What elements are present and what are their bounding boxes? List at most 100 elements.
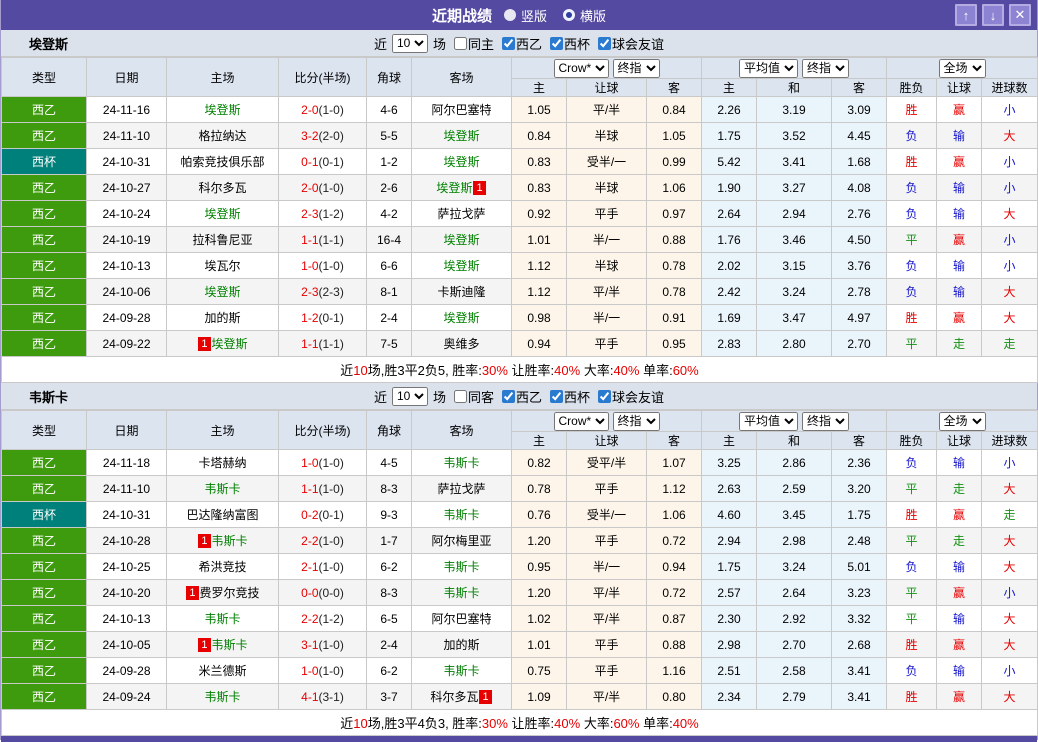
corner-score: 8-1 — [366, 278, 412, 305]
match-date: 24-11-10 — [86, 475, 167, 502]
match-date: 24-10-19 — [86, 226, 167, 253]
avg-home-odds: 1.69 — [701, 304, 757, 331]
same-venue-filter: 同主 — [449, 34, 494, 53]
avg-subheader-1: 和 — [756, 78, 832, 97]
fulltime-score: 2-3 — [301, 284, 319, 299]
match-type-badge: 西乙 — [1, 475, 87, 502]
team-name-text: 韦斯卡 — [204, 612, 241, 626]
halftime-score: (1-0) — [318, 663, 344, 678]
corner-score: 5-5 — [366, 122, 412, 149]
league-checkbox-0[interactable] — [502, 36, 515, 50]
result-outcome: 平 — [886, 475, 938, 502]
fulltime-score: 2-1 — [301, 559, 319, 574]
away-team: 韦斯卡 — [411, 553, 512, 580]
halftime-score: (1-0) — [318, 455, 344, 470]
odds-subheader-2: 客 — [646, 78, 702, 97]
result-outcome: 胜 — [886, 501, 938, 528]
avg-final-select[interactable]: 终指 — [802, 411, 849, 431]
radio-horizontal-layout[interactable]: 横版 — [563, 6, 606, 25]
summary-highlight-value: 60% — [613, 716, 640, 731]
result-outcome: 胜 — [886, 148, 938, 175]
result-outcome: 胜 — [886, 96, 938, 123]
odds-final-select[interactable]: 终指 — [612, 411, 660, 431]
avg-home-odds: 3.25 — [701, 449, 757, 476]
avg-source-select[interactable]: 平均值 — [739, 411, 798, 431]
result-outcome: 负 — [886, 122, 938, 149]
radio-selected-icon — [503, 9, 516, 21]
fulltime-score: 1-0 — [301, 455, 319, 470]
handicap-home-odds: 0.84 — [511, 122, 567, 149]
league-checkbox-2[interactable] — [598, 36, 612, 50]
league-checkbox-2[interactable] — [598, 389, 612, 403]
same-venue-checkbox[interactable] — [453, 36, 467, 50]
match-score: 0-0(0-0) — [278, 579, 367, 606]
handicap-home-odds: 1.09 — [511, 683, 567, 710]
match-row: 西乙 24-11-10 韦斯卡 1-1(1-0) 8-3 萨拉戈萨 0.78 平手 1.12 2.… — [1, 475, 1038, 502]
result-goals: 走 — [981, 330, 1038, 357]
result-goals: 小 — [981, 174, 1038, 201]
home-team: 希洪竞技 — [166, 553, 279, 580]
result-scope-select[interactable]: 全场 — [938, 58, 986, 78]
odds-source-select[interactable]: Crow* — [553, 411, 609, 431]
scroll-up-button[interactable]: ↑ — [955, 4, 977, 26]
result-handicap: 赢 — [936, 579, 983, 606]
fulltime-score: 1-1 — [301, 336, 319, 351]
match-score: 2-2(1-2) — [278, 605, 367, 632]
halftime-score: (1-0) — [318, 637, 344, 652]
avg-home-odds: 2.63 — [701, 475, 757, 502]
match-type-badge: 西乙 — [1, 631, 87, 658]
close-button[interactable]: ✕ — [1009, 4, 1031, 26]
league-checkbox-1[interactable] — [550, 389, 564, 403]
match-score: 0-1(0-1) — [278, 148, 367, 175]
recent-count-select[interactable]: 10 — [391, 33, 428, 53]
avg-draw-odds: 2.94 — [756, 200, 832, 227]
recent-count-select[interactable]: 10 — [391, 386, 428, 406]
result-handicap: 走 — [936, 475, 983, 502]
col-header-1: 日期 — [86, 410, 167, 450]
avg-source-select[interactable]: 平均值 — [739, 58, 798, 78]
odds-subheader-0: 主 — [511, 431, 567, 450]
match-row: 西乙 24-10-13 埃瓦尔 1-0(1-0) 6-6 埃登斯 1.12 半球 0.78 2.0… — [1, 252, 1038, 279]
scroll-down-button[interactable]: ↓ — [982, 4, 1004, 26]
handicap-away-odds: 0.84 — [646, 96, 702, 123]
home-team: 卡塔赫纳 — [166, 449, 279, 476]
corner-score: 4-2 — [366, 200, 412, 227]
radio-vertical-layout[interactable]: 竖版 — [503, 6, 547, 25]
avg-away-odds: 5.01 — [830, 553, 888, 580]
same-venue-checkbox[interactable] — [453, 389, 467, 403]
league-checkbox-1[interactable] — [550, 36, 564, 50]
home-team: 格拉纳达 — [166, 122, 279, 149]
match-type-badge: 西乙 — [1, 122, 87, 149]
recent-results-window: 近期战绩 竖版 横版 ↑ ↓ ✕ 埃登斯近 10 场同主 西乙 西杯 球会友谊 类型 日期 主场… — [0, 0, 1038, 742]
match-row: 西乙 24-11-10 格拉纳达 3-2(2-0) 5-5 埃登斯 0.84 半球 1.05 1.… — [1, 122, 1038, 149]
handicap-away-odds: 1.07 — [646, 449, 702, 476]
summary-highlight-value: 10 — [353, 363, 368, 378]
match-date: 24-10-25 — [86, 553, 167, 580]
halftime-score: (1-0) — [318, 533, 344, 548]
team-name-text: 米兰德斯 — [198, 664, 247, 678]
handicap-home-odds: 1.02 — [511, 605, 567, 632]
avg-draw-odds: 2.80 — [756, 330, 832, 357]
handicap-line: 半球 — [566, 122, 647, 149]
result-scope-select[interactable]: 全场 — [938, 411, 986, 431]
summary-highlight-value: 30% — [481, 363, 508, 378]
layout-radio-group: 竖版 横版 — [503, 6, 606, 25]
home-team: 拉科鲁尼亚 — [166, 226, 279, 253]
team-name-text: 奥维多 — [443, 337, 480, 351]
away-team: 卡斯迪隆 — [411, 278, 512, 305]
home-team: 1 韦斯卡 — [166, 527, 279, 554]
odds-final-select[interactable]: 终指 — [612, 58, 660, 78]
odds-source-select[interactable]: Crow* — [553, 58, 609, 78]
odds-subheader-2: 客 — [646, 431, 702, 450]
team-name-text: 费罗尔竞技 — [199, 586, 260, 600]
avg-final-select[interactable]: 终指 — [802, 58, 849, 78]
result-handicap: 赢 — [936, 683, 983, 710]
league-filter-0: 西乙 — [497, 34, 542, 53]
avg-away-odds: 3.76 — [830, 252, 888, 279]
avg-subheader-2: 客 — [830, 78, 888, 97]
halftime-score: (2-3) — [318, 284, 344, 299]
result-outcome: 胜 — [886, 631, 938, 658]
corner-score: 9-3 — [366, 501, 412, 528]
avg-away-odds: 1.68 — [830, 148, 888, 175]
league-checkbox-0[interactable] — [502, 389, 515, 403]
